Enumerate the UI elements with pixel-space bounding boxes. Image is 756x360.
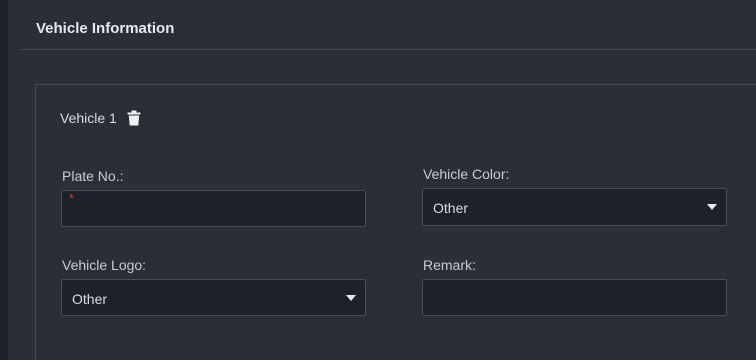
vehicle-name: Vehicle 1 (60, 110, 117, 126)
vehicle-logo-value: Other (72, 291, 108, 307)
trash-icon[interactable] (127, 110, 141, 126)
vehicle-color-select[interactable]: Other (422, 188, 727, 226)
chevron-down-icon (346, 295, 356, 301)
vehicle-header: Vehicle 1 (60, 110, 141, 126)
vehicle-logo-label: Vehicle Logo: (62, 257, 147, 273)
section-title: Vehicle Information (36, 20, 175, 37)
remark-input[interactable] (422, 279, 727, 316)
chevron-down-icon (707, 204, 717, 210)
vehicle-color-label: Vehicle Color: (423, 166, 510, 182)
vehicle-logo-select[interactable]: Other (61, 279, 366, 316)
vehicle-information-panel: Vehicle Information Vehicle 1 Plate No.:… (0, 0, 756, 360)
plate-no-label: Plate No.: (62, 168, 124, 184)
remark-label: Remark: (423, 257, 476, 273)
title-divider (20, 49, 756, 50)
required-marker: * (69, 191, 75, 206)
vehicle-color-value: Other (433, 200, 469, 216)
left-edge-strip (0, 0, 8, 360)
plate-no-input[interactable]: * (61, 190, 366, 227)
